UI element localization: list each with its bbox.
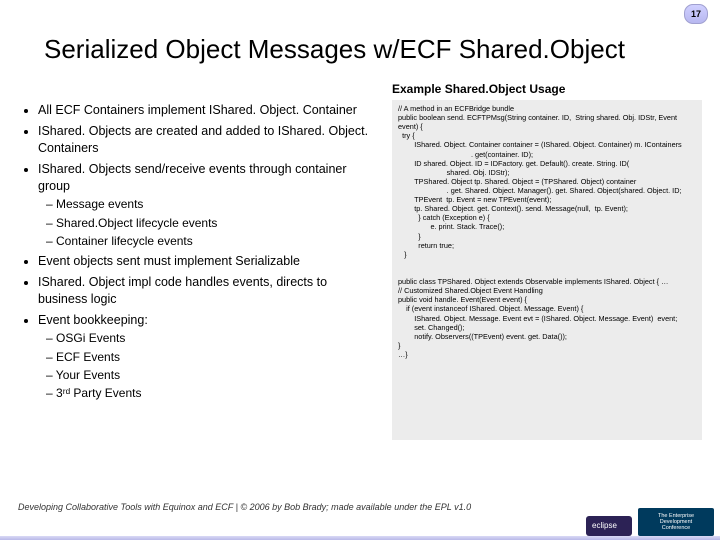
sub-list: OSGi Events ECF Events Your Events 3ʳᵈ P… xyxy=(38,330,372,401)
bullet: Event objects sent must implement Serial… xyxy=(38,253,372,270)
bottom-accent-bar xyxy=(0,536,720,540)
bullet: IShared. Objects are created and added t… xyxy=(38,123,372,157)
eclipse-logo-icon xyxy=(586,516,632,536)
bullet-text: IShared. Objects send/receive events thr… xyxy=(38,162,347,193)
footer-text: Developing Collaborative Tools with Equi… xyxy=(18,502,471,512)
bullet: All ECF Containers implement IShared. Ob… xyxy=(38,102,372,119)
logo-line: Conference xyxy=(662,525,690,531)
sub-bullet: Message events xyxy=(60,196,372,212)
sub-list: Message events Shared.Object lifecycle e… xyxy=(38,196,372,249)
bullet: IShared. Objects send/receive events thr… xyxy=(38,161,372,249)
page-number-badge: 17 xyxy=(684,4,708,24)
slide-title: Serialized Object Messages w/ECF Shared.… xyxy=(44,34,625,65)
bullet-list: All ECF Containers implement IShared. Ob… xyxy=(22,102,372,401)
page-number: 17 xyxy=(691,9,701,19)
sub-bullet: 3ʳᵈ Party Events xyxy=(60,385,372,401)
bullet-column: All ECF Containers implement IShared. Ob… xyxy=(22,102,372,405)
bullet: IShared. Object impl code handles events… xyxy=(38,274,372,308)
sub-bullet: OSGi Events xyxy=(60,330,372,346)
eclipse-world-logo-icon: The Enterprise Development Conference xyxy=(638,508,714,536)
logo-row: The Enterprise Development Conference xyxy=(586,508,714,536)
sub-bullet: ECF Events xyxy=(60,349,372,365)
slide: 17 Serialized Object Messages w/ECF Shar… xyxy=(0,0,720,540)
bullet-text: Event bookkeeping: xyxy=(38,313,148,327)
code-example: // A method in an ECFBridge bundle publi… xyxy=(392,100,702,440)
example-heading: Example Shared.Object Usage xyxy=(392,82,565,96)
sub-bullet: Shared.Object lifecycle events xyxy=(60,215,372,231)
sub-bullet: Your Events xyxy=(60,367,372,383)
bullet: Event bookkeeping: OSGi Events ECF Event… xyxy=(38,312,372,402)
sub-bullet: Container lifecycle events xyxy=(60,233,372,249)
